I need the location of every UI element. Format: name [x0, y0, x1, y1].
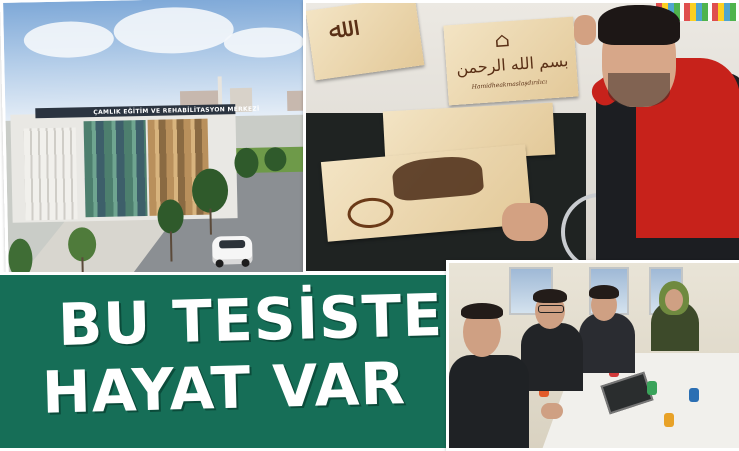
building-glass-panels — [83, 119, 148, 218]
burned-portrait — [391, 154, 485, 202]
mosque-icon: ⌂ — [493, 27, 511, 53]
basmala-board: ⌂ بسم الله الرحمن Hamidheakmaslaşdırılıc… — [443, 16, 579, 106]
workshop-photo — [446, 260, 739, 451]
man-1-body — [449, 355, 529, 448]
white-car — [212, 235, 253, 268]
hand-on-table — [502, 203, 548, 241]
hand — [541, 403, 563, 419]
artist-signature: Hamidheakmaslaşdırılıcı — [471, 78, 548, 91]
building-facade — [23, 127, 78, 221]
hand-holding-board — [574, 15, 596, 45]
paint-jar — [664, 413, 674, 427]
beard — [608, 73, 670, 107]
headline-line-1: BU TESİSTE — [57, 280, 444, 360]
building-photo: ÇAMLIK EĞİTİM VE REHABİLİTASYON MERKEZİ — [0, 0, 331, 295]
headline-banner: BU TESİSTE HAYAT VAR — [0, 272, 449, 448]
man-3-body — [579, 313, 635, 373]
woman-face — [665, 289, 683, 311]
pyrography-photo: ﷲ ⌂ بسم الله الرحمن Hamidheakmaslaşdırıl… — [303, 0, 739, 274]
man-2-hair — [533, 289, 567, 303]
man-2-body — [521, 323, 583, 391]
burned-crescent — [346, 196, 395, 230]
man-3-hair — [589, 285, 619, 299]
headline-line-2: HAYAT VAR — [41, 349, 407, 427]
paint-jar — [647, 381, 657, 395]
young-man-hair — [598, 5, 680, 45]
paint-jar — [689, 388, 699, 402]
eyeglasses-icon — [538, 305, 564, 313]
man-1-hair — [461, 303, 503, 319]
